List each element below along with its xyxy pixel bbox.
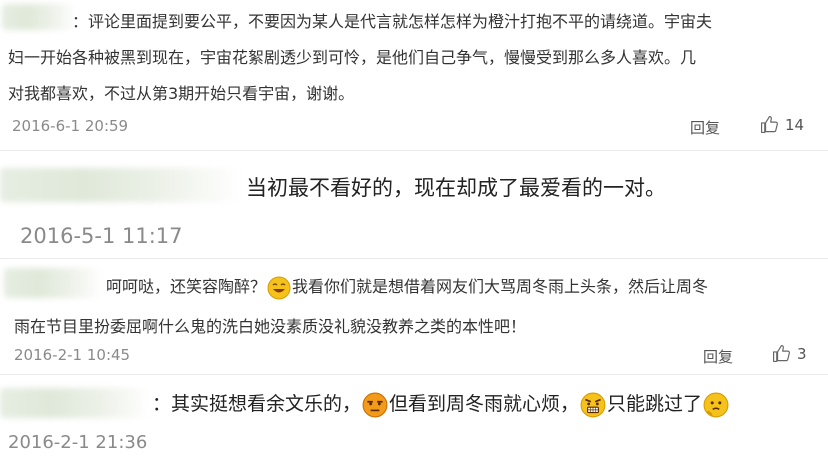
comment-text-line: 雨在节目里扮委屈啊什么鬼的洗白她没素质没礼貌没教养之类的本性吧！ [14, 317, 527, 336]
divider [0, 258, 828, 259]
comment-text-segment: ：其实挺想看余文乐的， [152, 393, 362, 415]
comment-text-line: ：评论里面提到要公平，不要因为某人是代言就怎样怎样为橙汁打抱不平的请绕道。宇宙夫 [72, 12, 713, 31]
comment-text-segment: 只能跳过了 [607, 393, 703, 415]
comment-text: 当初最不看好的，现在却成了最爱看的一对。 [246, 176, 666, 200]
username-blurred [0, 168, 240, 202]
divider [0, 374, 828, 375]
comment-text-segment: 呵呵哒，还笑容陶醉？ [106, 277, 267, 296]
comment-timestamp: 2016-5-1 11:17 [20, 224, 183, 248]
comment-text-line: 对我都喜欢，不过从第3期开始只看宇宙，谢谢。 [8, 84, 355, 103]
comment-timestamp: 2016-2-1 21:36 [8, 432, 148, 453]
comment-timestamp: 2016-6-1 20:59 [12, 117, 129, 135]
like-count: 14 [785, 115, 805, 134]
thinking-face-emoji [703, 392, 729, 418]
laughing-face-emoji [267, 276, 291, 300]
like-button[interactable]: 14 [760, 115, 804, 134]
comment-text-segment: 我看你们就是想借着网友们大骂周冬雨上头条，然后让周冬 [292, 277, 709, 296]
thumbs-up-icon [772, 344, 791, 363]
comment-text-line: 妇一开始各种被黑到现在，宇宙花絮剧透少到可怜，是他们自己争气，慢慢受到那么多人喜… [8, 48, 697, 67]
comment-timestamp: 2016-2-1 10:45 [14, 346, 131, 364]
angry-face-emoji [580, 392, 606, 418]
reply-button[interactable]: 回复 [690, 117, 720, 138]
like-count: 3 [797, 344, 807, 363]
divider [0, 150, 828, 151]
comment-text-line: ：其实挺想看余文乐的， 但看到周冬雨就心烦， 只能跳过了 [152, 389, 730, 418]
thumbs-up-icon [760, 115, 779, 134]
like-button[interactable]: 3 [772, 344, 807, 363]
comment-text-segment: 但看到周冬雨就心烦， [389, 393, 580, 415]
username-blurred [4, 268, 102, 298]
annoyed-face-emoji [362, 392, 388, 418]
comment-text-line: 呵呵哒，还笑容陶醉？ 我看你们就是想借着网友们大骂周冬雨上头条，然后让周冬 [106, 273, 708, 300]
username-blurred [2, 4, 76, 30]
username-blurred [0, 388, 150, 418]
reply-button[interactable]: 回复 [703, 346, 733, 367]
